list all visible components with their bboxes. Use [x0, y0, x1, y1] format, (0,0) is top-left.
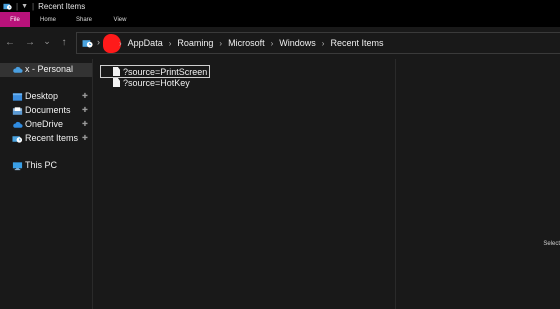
- sidebar-item-recent-items[interactable]: Recent Items ✚: [0, 132, 92, 146]
- title-separator-2: |: [32, 1, 35, 11]
- breadcrumb-chevron-icon[interactable]: ›: [167, 39, 174, 48]
- sidebar-item-label: Desktop: [25, 91, 59, 101]
- file-icon: [113, 78, 120, 87]
- breadcrumb-windows[interactable]: Windows: [275, 38, 320, 48]
- breadcrumb-chevron-icon[interactable]: ›: [117, 39, 124, 48]
- details-pane: Select: [396, 59, 560, 309]
- navigation-bar: ← → ⌄ ↑ › › AppData › Roaming › Microsof…: [0, 27, 560, 59]
- breadcrumb-roaming[interactable]: Roaming: [173, 38, 217, 48]
- desktop-folder-icon: [12, 93, 23, 101]
- sidebar-item-label: OneDrive: [25, 119, 64, 129]
- sidebar-item-label: This PC: [25, 160, 58, 170]
- sidebar-item-this-pc[interactable]: This PC: [0, 159, 92, 173]
- address-bar[interactable]: › › AppData › Roaming › Microsoft › Wind…: [76, 32, 560, 54]
- sidebar-item-desktop[interactable]: Desktop ✚: [0, 90, 92, 104]
- pin-icon[interactable]: ✚: [82, 120, 88, 128]
- documents-folder-icon: [12, 107, 23, 115]
- quick-access-toolbar-dropdown[interactable]: ▼: [21, 3, 28, 10]
- tab-view[interactable]: View: [102, 12, 138, 27]
- file-name: ?source=HotKey: [123, 77, 190, 88]
- recent-items-app-icon: [3, 3, 12, 10]
- breadcrumb-chevron-icon[interactable]: ›: [320, 39, 327, 48]
- breadcrumb-root-chevron-icon[interactable]: ›: [97, 37, 100, 47]
- ribbon-tabs: File Home Share View: [0, 12, 560, 27]
- pin-icon[interactable]: ✚: [82, 134, 88, 142]
- sidebar-item-documents[interactable]: Documents ✚: [0, 104, 92, 118]
- tab-share[interactable]: Share: [66, 12, 102, 27]
- back-button[interactable]: ←: [3, 36, 17, 50]
- file-list: ?source=PrintScreen ?source=HotKey: [93, 59, 395, 309]
- breadcrumb-recent-items[interactable]: Recent Items: [326, 38, 387, 48]
- sidebar-item-label: Recent Items: [25, 133, 79, 143]
- file-explorer-window: | ▼ | Recent Items File Home Share View …: [0, 0, 560, 309]
- window-title: Recent Items: [38, 1, 86, 11]
- title-separator: |: [16, 1, 19, 11]
- sidebar-item-onedrive[interactable]: OneDrive ✚: [0, 118, 92, 132]
- list-item[interactable]: ?source=HotKey: [101, 77, 190, 88]
- computer-monitor-icon: [12, 162, 23, 171]
- cloud-icon: [13, 66, 23, 73]
- pin-icon[interactable]: ✚: [82, 106, 88, 114]
- breadcrumb: › AppData › Roaming › Microsoft › Window…: [117, 33, 387, 53]
- onedrive-cloud-icon: [13, 121, 23, 128]
- sidebar-item-personal[interactable]: x - Personal: [0, 63, 92, 77]
- forward-button[interactable]: →: [23, 36, 37, 50]
- up-button[interactable]: ↑: [57, 36, 71, 50]
- recent-locations-button[interactable]: ⌄: [40, 34, 54, 48]
- tab-home[interactable]: Home: [30, 12, 66, 27]
- recent-items-location-icon: [82, 40, 93, 48]
- navigation-pane: x - Personal Desktop ✚ Documents ✚ OneDr…: [0, 59, 92, 309]
- breadcrumb-microsoft[interactable]: Microsoft: [224, 38, 269, 48]
- file-icon: [113, 67, 120, 76]
- title-bar: | ▼ | Recent Items: [0, 0, 560, 12]
- details-hint-text: Select: [543, 241, 560, 247]
- tab-file[interactable]: File: [0, 12, 30, 27]
- breadcrumb-appdata[interactable]: AppData: [124, 38, 167, 48]
- pin-icon[interactable]: ✚: [82, 92, 88, 100]
- sidebar-item-label: Documents: [25, 105, 71, 115]
- recent-items-icon: [12, 136, 23, 143]
- sidebar-item-label: x - Personal: [25, 64, 74, 74]
- breadcrumb-chevron-icon[interactable]: ›: [217, 39, 224, 48]
- file-name: ?source=PrintScreen: [123, 66, 208, 77]
- breadcrumb-chevron-icon[interactable]: ›: [269, 39, 276, 48]
